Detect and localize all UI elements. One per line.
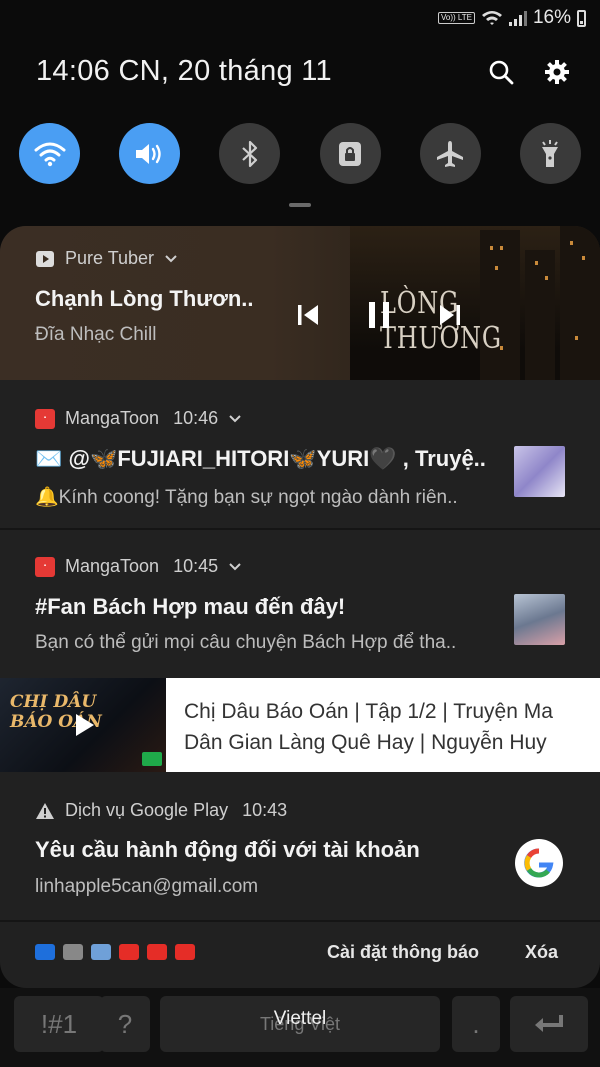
notif-app-name: MangaToon <box>65 556 160 576</box>
bluetooth-toggle[interactable] <box>219 123 281 184</box>
notif-app-name: MangaToon <box>65 408 160 428</box>
chevron-down-icon[interactable] <box>164 254 178 264</box>
flashlight-toggle[interactable] <box>519 123 581 184</box>
clear-all-button[interactable]: Xóa <box>525 942 558 963</box>
battery-icon <box>577 9 586 27</box>
panel-header: 14:06 CN, 20 tháng 11 <box>36 55 570 99</box>
play-icon[interactable] <box>74 712 96 738</box>
pure-tuber-small-icon <box>63 944 83 960</box>
airplane-icon <box>437 140 464 167</box>
status-bar: Vo)) LTE 16% <box>0 0 600 36</box>
media-subtitle: Đĩa Nhạc Chill <box>35 324 157 345</box>
wifi-signal-icon <box>481 11 502 25</box>
video-notification[interactable]: CHỊ DÂU BÁO OÁN Chị Dâu Báo Oán | Tập 1/… <box>0 678 600 772</box>
notif-time: 10:43 <box>242 800 288 820</box>
notif-app-row: ▪ MangaToon 10:46 <box>35 408 242 429</box>
notif-thumbnail <box>514 446 565 497</box>
video-title: Chị Dâu Báo Oán | Tập 1/2 | Truyện Ma Dâ… <box>184 700 553 754</box>
youtube-icon <box>119 944 139 960</box>
volte-icon: Vo)) LTE <box>437 12 475 24</box>
collapsed-app-icons <box>35 944 195 960</box>
media-controls <box>295 300 463 330</box>
warning-icon <box>36 802 54 819</box>
zalo-icon <box>35 944 55 960</box>
notif-title: ✉️ @🦋FUJIARI_HITORI🦋YURI🖤 , Truyệ.. <box>35 446 486 471</box>
media-title: Chạnh Lòng Thươn.. <box>35 286 254 311</box>
media-app-row: Pure Tuber <box>35 248 178 269</box>
clock: 14:06 <box>36 55 111 87</box>
notif-app-row: Dịch vụ Google Play 10:43 <box>35 800 287 821</box>
notif-thumbnail <box>514 594 565 645</box>
search-icon[interactable] <box>488 59 514 85</box>
video-thumbnail: CHỊ DÂU BÁO OÁN <box>0 678 166 772</box>
media-notification[interactable]: LÒNG THƯƠNG Pure Tuber Chạnh Lòng Thươn.… <box>0 226 600 380</box>
notif-app-name: Dịch vụ Google Play <box>65 800 229 820</box>
battery-percent: 16% <box>532 7 571 28</box>
flashlight-icon <box>542 139 559 167</box>
notification-settings-button[interactable]: Cài đặt thông báo <box>327 942 479 963</box>
date: CN, 20 tháng 11 <box>118 55 332 87</box>
panel-footer: Cài đặt thông báo Xóa <box>0 920 600 988</box>
notification-panel: LÒNG THƯƠNG Pure Tuber Chạnh Lòng Thươn.… <box>0 226 600 988</box>
airplane-toggle[interactable] <box>419 123 481 184</box>
google-logo-icon <box>515 839 563 887</box>
previous-track-icon[interactable] <box>295 302 321 328</box>
notif-time: 10:45 <box>173 556 219 576</box>
pause-icon[interactable] <box>366 300 392 330</box>
notif-body: Bạn có thể gửi mọi câu chuyện Bách Hợp đ… <box>35 632 457 653</box>
notif-body: 🔔Kính coong! Tặng bạn sự ngọt ngào dành … <box>35 487 458 508</box>
mangatoon-icon: ▪ <box>35 556 55 577</box>
cell-signal-icon <box>508 10 527 26</box>
quick-settings-row <box>19 123 581 184</box>
settings-gear-icon[interactable] <box>544 59 570 85</box>
chevron-down-icon[interactable] <box>228 562 242 572</box>
media-app-name: Pure Tuber <box>65 248 155 268</box>
pure-tuber-icon <box>36 250 54 267</box>
notif-title: Yêu cầu hành động đối với tài khoản <box>35 837 420 862</box>
notif-body: linhapple5can@gmail.com <box>35 876 259 897</box>
divider <box>0 528 600 530</box>
gallery-icon <box>91 944 111 960</box>
youtube-icon <box>147 944 167 960</box>
wifi-icon <box>34 142 65 166</box>
chevron-down-icon[interactable] <box>228 414 242 424</box>
next-track-icon[interactable] <box>437 302 463 328</box>
notif-app-row: ▪ MangaToon 10:45 <box>35 556 242 577</box>
bluetooth-icon <box>242 140 257 167</box>
youtube-icon <box>175 944 195 960</box>
mangatoon-icon: ▪ <box>35 408 55 429</box>
panel-drag-handle[interactable] <box>289 203 311 207</box>
wifi-toggle[interactable] <box>19 123 80 184</box>
notif-time: 10:46 <box>173 408 219 428</box>
sound-icon <box>135 143 161 164</box>
notif-title: #Fan Bách Hợp mau đến đây! <box>35 594 346 619</box>
rotation-lock-icon <box>339 141 362 166</box>
sound-toggle[interactable] <box>119 123 181 184</box>
carrier-label: Viettel <box>273 1008 327 1029</box>
rotation-lock-toggle[interactable] <box>319 123 381 184</box>
